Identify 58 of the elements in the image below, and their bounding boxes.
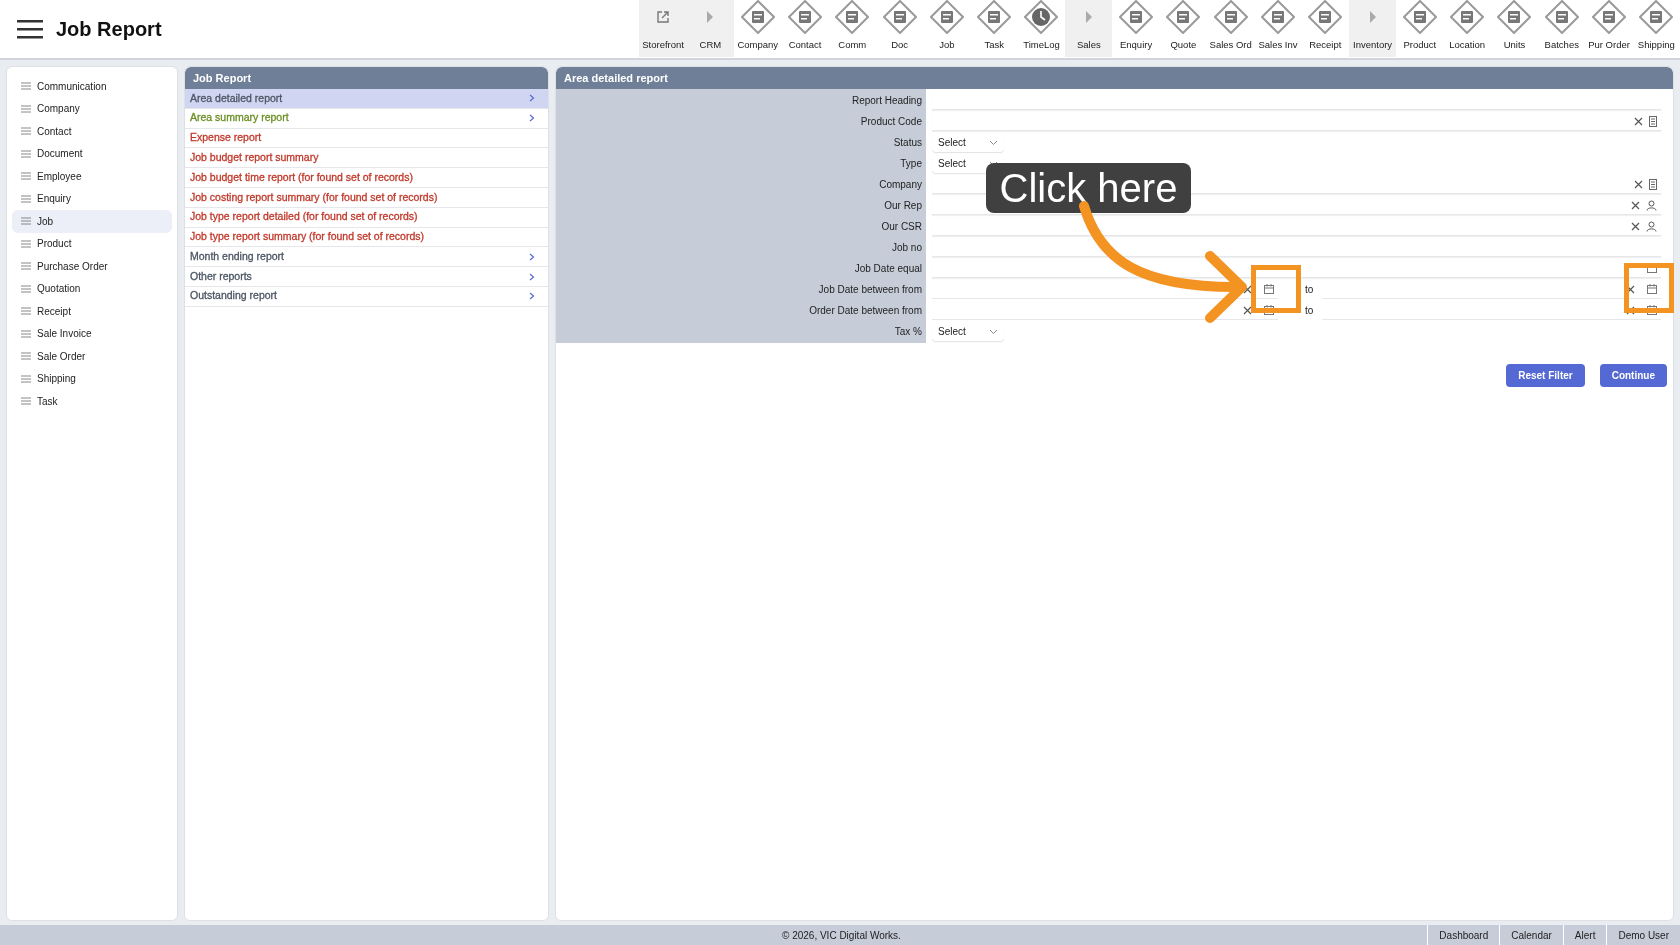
- field-label: Status: [893, 136, 922, 150]
- action-button[interactable]: Continue: [1599, 364, 1667, 387]
- sidebar-item[interactable]: Purchase Order: [12, 255, 172, 278]
- report-name: Job budget report summary: [190, 149, 319, 165]
- sidebar-item[interactable]: Sale Invoice: [12, 322, 172, 345]
- sidebar-item[interactable]: Quotation: [12, 277, 172, 300]
- report-list-item[interactable]: Area detailed report: [185, 89, 548, 109]
- sidebar-item[interactable]: Job: [12, 210, 172, 233]
- toolbar-button[interactable]: CRM: [686, 0, 735, 57]
- action-button[interactable]: Reset Filter: [1506, 364, 1585, 387]
- footer-link[interactable]: Calendar: [1499, 925, 1563, 945]
- range-separator: to: [1304, 283, 1315, 297]
- sidebar-item[interactable]: Shipping: [12, 367, 172, 390]
- toolbar-button[interactable]: Sales: [1065, 0, 1113, 57]
- sidebar-item[interactable]: Company: [12, 97, 172, 120]
- sidebar-item[interactable]: Product: [12, 232, 172, 255]
- report-name: Job type report summary (for found set of records): [190, 229, 424, 245]
- field-label: Product Code: [860, 115, 922, 129]
- select-dropdown[interactable]: Select: [932, 154, 1004, 173]
- field-label: Our Rep: [884, 199, 922, 213]
- report-name: Area summary report: [190, 110, 289, 126]
- field-label: Job no: [891, 241, 922, 255]
- report-name: Expense report: [190, 130, 262, 146]
- sidebar-item[interactable]: Sale Order: [12, 345, 172, 368]
- report-name: Area detailed report: [190, 90, 283, 106]
- sidebar-item[interactable]: Communication: [12, 75, 172, 98]
- sidebar-item[interactable]: Task: [12, 390, 172, 413]
- copyright-text: © 2026, VIC Digital Works.: [782, 928, 901, 943]
- panel-title: Job Report: [193, 70, 252, 86]
- report-name: Job costing report summary (for found set of records): [190, 189, 438, 205]
- sidebar-item[interactable]: Contact: [12, 120, 172, 143]
- report-name: Outstanding report: [190, 288, 277, 304]
- toolbar-button[interactable]: Inventory: [1348, 0, 1397, 57]
- field-label: Order Date between from: [809, 304, 922, 318]
- report-name: Month ending report: [190, 248, 284, 264]
- field-label: Type: [900, 157, 922, 171]
- sidebar-item[interactable]: Employee: [12, 165, 172, 188]
- field-label: Tax %: [894, 325, 922, 339]
- sidebar-item[interactable]: Enquiry: [12, 187, 172, 210]
- field-label: Our CSR: [881, 220, 922, 234]
- field-label: Job Date between from: [818, 283, 922, 297]
- field-label: Job Date equal: [854, 262, 922, 276]
- page-title: Job Report: [56, 17, 162, 42]
- range-separator: to: [1304, 304, 1315, 318]
- sidebar-item[interactable]: Receipt: [12, 300, 172, 323]
- select-dropdown[interactable]: Select: [932, 133, 1004, 152]
- select-dropdown[interactable]: Select: [932, 322, 1004, 341]
- report-name: Other reports: [190, 268, 252, 284]
- field-label: Report Heading: [851, 94, 922, 108]
- sidebar-item[interactable]: Document: [12, 142, 172, 165]
- report-name: Job type report detailed (for found set of records): [190, 209, 418, 225]
- field-label: Company: [879, 178, 922, 192]
- toolbar-button[interactable]: Storefront: [639, 0, 687, 57]
- footer-link[interactable]: Demo User: [1606, 925, 1680, 945]
- footer-link[interactable]: Dashboard: [1427, 925, 1500, 945]
- panel-title: Area detailed report: [564, 70, 668, 86]
- report-name: Job budget time report (for found set of records): [190, 169, 413, 185]
- footer-link[interactable]: Alert: [1562, 925, 1607, 945]
